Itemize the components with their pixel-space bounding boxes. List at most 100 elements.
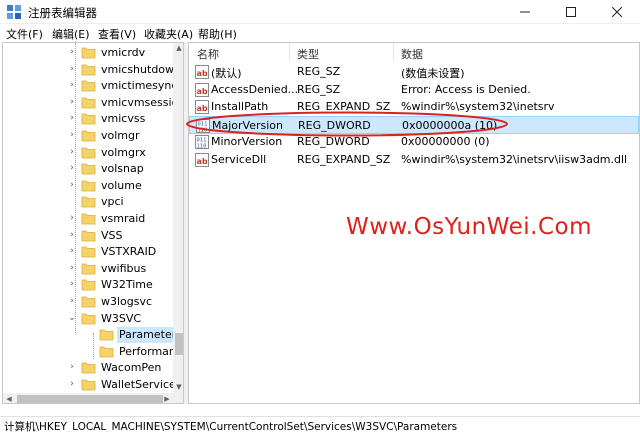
folder-icon: [81, 296, 96, 308]
expand-chevron-icon[interactable]: ›: [67, 47, 77, 57]
menu-view[interactable]: 查看(V): [98, 26, 136, 42]
scrollbar-thumb[interactable]: [175, 333, 183, 355]
scrollbar-thumb[interactable]: [17, 395, 163, 403]
menu-favorites[interactable]: 收藏夹(A): [144, 26, 193, 42]
value-row[interactable]: ab AccessDenied... REG_SZ Error: Access is …: [189, 81, 639, 99]
expand-chevron-icon[interactable]: ›: [67, 213, 77, 223]
watermark-text: Www.OsYunWei.Com: [346, 214, 592, 240]
tree-item[interactable]: › vmicrdv: [3, 44, 183, 62]
column-divider[interactable]: [393, 43, 394, 61]
tree-item[interactable]: › vmicvss: [3, 110, 183, 128]
tree-item[interactable]: › WacomPen: [3, 359, 183, 377]
dword-value-icon: 011110: [195, 135, 209, 150]
value-data: %windir%\system32\inetsrv\iisw3adm.dll: [401, 153, 628, 166]
menu-help[interactable]: 帮助(H): [198, 26, 237, 42]
tree-item[interactable]: › VSTXRAID: [3, 243, 183, 261]
menu-edit[interactable]: 编辑(E): [52, 26, 90, 42]
expand-chevron-icon[interactable]: ›: [67, 113, 77, 123]
tree-item[interactable]: › volsnap: [3, 160, 183, 178]
tree-item-label: volume: [101, 178, 142, 192]
tree-vertical-scrollbar[interactable]: ▲ ▼: [173, 43, 183, 393]
expand-chevron-icon[interactable]: ›: [67, 97, 77, 107]
folder-icon: [81, 64, 96, 75]
tree-item-label: vmictimesync: [101, 79, 178, 93]
value-row[interactable]: ab InstallPath REG_EXPAND_SZ %windir%\syste…: [189, 98, 639, 116]
expand-chevron-icon[interactable]: ›: [67, 379, 77, 389]
expand-chevron-icon[interactable]: ›: [67, 230, 77, 240]
expand-chevron-icon[interactable]: ›: [67, 362, 77, 372]
folder-icon: [99, 346, 114, 358]
tree-item[interactable]: › volmgrx: [3, 144, 183, 162]
tree-item[interactable]: Parameters: [3, 326, 183, 344]
folder-icon: [81, 147, 96, 158]
list-header: 名称 类型 数据: [189, 43, 639, 62]
value-row[interactable]: 011 110 MajorVersion REG_DWORD 0x0000000a (1…: [189, 115, 639, 134]
registry-tree[interactable]: › vmicrdv › vmicshutdown › vmictimesync › vmicv…: [2, 42, 184, 404]
expand-chevron-icon[interactable]: ›: [67, 296, 77, 306]
tree-item[interactable]: › vmictimesync: [3, 77, 183, 95]
expand-chevron-icon[interactable]: ›: [67, 64, 77, 74]
collapse-chevron-icon[interactable]: ⌄: [67, 313, 77, 323]
svg-text:110: 110: [198, 127, 208, 133]
value-row[interactable]: 011 110 MinorVersion REG_DWORD 0x00000000 (0…: [189, 133, 639, 151]
tree-item[interactable]: › volmgr: [3, 127, 183, 145]
tree-item-label: volmgrx: [101, 145, 146, 159]
column-header-name[interactable]: 名称: [197, 46, 219, 62]
tree-item[interactable]: › vsmraid: [3, 210, 183, 228]
minimize-button[interactable]: [502, 0, 548, 24]
scroll-up-icon[interactable]: ▲: [173, 44, 183, 52]
value-data: %windir%\system32\inetsrv: [401, 100, 555, 114]
value-row[interactable]: ab ServiceDll REG_EXPAND_SZ %windir%\system…: [189, 151, 639, 169]
folder-icon: [81, 379, 96, 391]
tree-item-label: volmgr: [101, 129, 140, 142]
expand-chevron-icon[interactable]: ›: [67, 180, 77, 190]
tree-item[interactable]: › vmicvmsession: [3, 94, 183, 112]
expand-chevron-icon[interactable]: ›: [67, 279, 77, 289]
tree-item-label: WalletService: [101, 378, 176, 391]
folder-icon: [81, 196, 96, 208]
tree-item-label: vmicshutdown: [101, 62, 181, 76]
tree-item[interactable]: › vmicshutdown: [3, 61, 183, 79]
expand-chevron-icon[interactable]: ›: [67, 147, 77, 157]
tree-item[interactable]: ⌄ W3SVC: [3, 310, 183, 328]
scroll-right-icon[interactable]: ▶: [161, 395, 173, 403]
expand-chevron-icon[interactable]: ›: [67, 163, 77, 173]
tree-item[interactable]: › w3logsvc: [3, 293, 183, 311]
expand-chevron-icon[interactable]: ›: [67, 80, 77, 90]
maximize-icon: [566, 7, 576, 17]
scroll-left-icon[interactable]: ◀: [3, 395, 15, 403]
column-header-data[interactable]: 数据: [401, 46, 423, 62]
tree-item[interactable]: › WalletService: [3, 376, 183, 394]
value-type: REG_SZ: [297, 65, 341, 78]
tree-item[interactable]: › VSS: [3, 227, 183, 245]
folder-icon: [81, 213, 96, 225]
tree-item[interactable]: › W32Time: [3, 276, 183, 294]
menu-file[interactable]: 文件(F): [6, 26, 43, 42]
close-button[interactable]: [594, 0, 640, 24]
maximize-button[interactable]: [548, 0, 594, 24]
tree-item[interactable]: › vwifibus: [3, 260, 183, 278]
status-bar: 计算机\HKEY_LOCAL_MACHINE\SYSTEM\CurrentCon…: [0, 416, 640, 432]
column-divider[interactable]: [289, 43, 290, 61]
tree-item[interactable]: Performance: [3, 343, 183, 361]
tree-item[interactable]: vpci: [3, 193, 183, 211]
folder-icon: [81, 163, 96, 175]
expand-chevron-icon[interactable]: ›: [67, 130, 77, 140]
folder-icon: [81, 97, 96, 109]
registry-editor-icon: [7, 5, 21, 19]
tree-item[interactable]: › volume: [3, 177, 183, 195]
string-value-icon: ab: [195, 100, 209, 115]
value-row[interactable]: ab (默认) REG_SZ (数值未设置): [189, 63, 639, 81]
expand-chevron-icon[interactable]: ›: [67, 263, 77, 273]
folder-icon: [81, 130, 96, 142]
expand-chevron-icon[interactable]: ›: [67, 246, 77, 256]
tree-item-label: W32Time: [101, 278, 153, 292]
value-type: REG_DWORD: [298, 118, 371, 132]
folder-icon: [81, 246, 96, 258]
folder-icon: [81, 47, 96, 59]
value-name: InstallPath: [211, 100, 269, 114]
column-header-type[interactable]: 类型: [297, 46, 319, 62]
tree-item-label: vsmraid: [101, 212, 146, 225]
scroll-down-icon[interactable]: ▼: [173, 383, 183, 391]
tree-horizontal-scrollbar[interactable]: ◀ ▶: [3, 393, 183, 403]
